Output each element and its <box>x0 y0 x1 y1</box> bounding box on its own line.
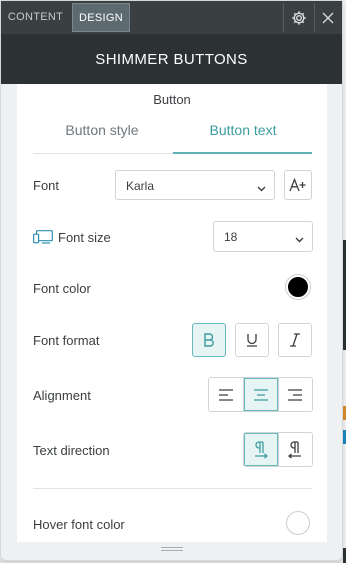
font-value: Karla <box>126 179 155 193</box>
bold-button[interactable] <box>192 323 226 357</box>
tab-button-text[interactable]: Button text <box>173 122 313 148</box>
rtl-icon <box>288 440 302 459</box>
align-center-button[interactable] <box>243 378 278 411</box>
tab-design[interactable]: DESIGN <box>72 3 130 32</box>
add-font-button[interactable] <box>284 170 312 200</box>
font-color-swatch[interactable] <box>286 275 310 299</box>
rtl-button[interactable] <box>277 433 312 466</box>
underline-button[interactable] <box>235 323 269 357</box>
font-size-label: Font size <box>58 230 111 245</box>
section-heading: Button <box>153 92 191 107</box>
alignment-label: Alignment <box>33 388 91 403</box>
italic-icon <box>290 333 300 347</box>
font-label: Font <box>33 178 60 193</box>
close-icon[interactable] <box>313 3 342 32</box>
add-font-icon <box>289 178 306 192</box>
text-direction-selector <box>243 432 313 467</box>
italic-button[interactable] <box>278 323 312 357</box>
font-dropdown[interactable]: Karla <box>115 170 275 200</box>
hover-font-color-label: Hover font color <box>33 517 125 532</box>
panel-title: SHIMMER BUTTONS <box>1 34 342 84</box>
align-right-icon <box>288 388 303 401</box>
resize-handle[interactable] <box>161 547 183 553</box>
align-center-icon <box>254 388 268 401</box>
ltr-icon <box>254 440 269 459</box>
text-direction-label: Text direction <box>33 443 110 458</box>
font-format-label: Font format <box>33 333 100 348</box>
align-left-icon <box>219 388 234 401</box>
gear-icon[interactable] <box>283 3 315 32</box>
tab-button-style[interactable]: Button style <box>33 122 171 148</box>
font-size-value: 18 <box>224 230 238 244</box>
settings-content: Button Button style Button text Font Kar… <box>17 84 327 542</box>
panel-topbar: CONTENT DESIGN <box>1 1 342 34</box>
align-right-button[interactable] <box>277 378 312 411</box>
ltr-button[interactable] <box>244 433 278 466</box>
chevron-down-icon <box>257 181 266 195</box>
monitor-icon <box>33 230 53 249</box>
active-tab-indicator <box>173 152 312 154</box>
hover-font-color-swatch[interactable] <box>286 511 310 535</box>
alignment-selector <box>208 377 313 412</box>
settings-panel: CONTENT DESIGN SHIMMER BUTTONS Button Bu… <box>0 0 343 561</box>
font-size-dropdown[interactable]: 18 <box>213 221 313 252</box>
bold-icon <box>204 333 214 347</box>
section-divider <box>33 488 312 489</box>
font-color-label: Font color <box>33 281 91 296</box>
align-left-button[interactable] <box>209 378 244 411</box>
tab-content[interactable]: CONTENT <box>1 3 70 32</box>
chevron-down-icon <box>295 232 304 246</box>
underline-icon <box>247 334 257 347</box>
